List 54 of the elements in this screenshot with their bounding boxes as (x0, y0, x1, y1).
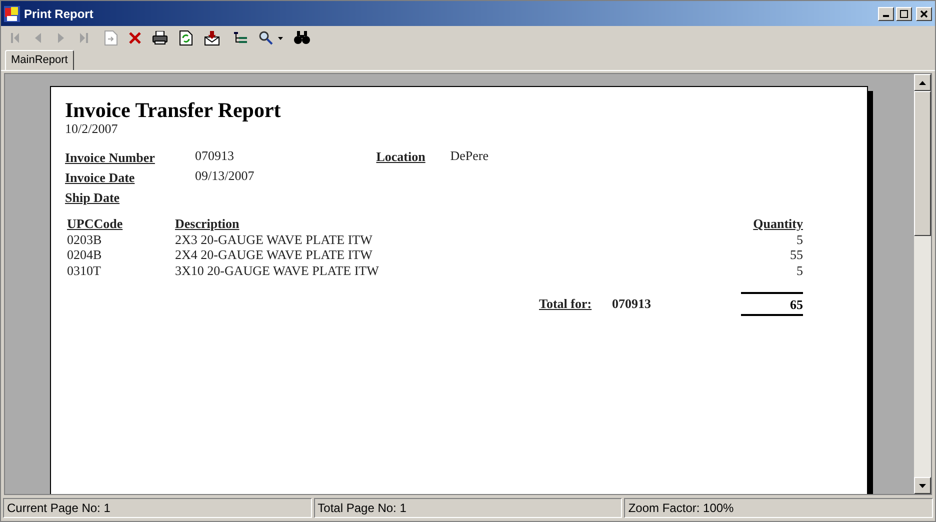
report-title: Invoice Transfer Report (65, 98, 282, 122)
scroll-up-button[interactable] (914, 74, 931, 91)
field-value: 09/13/2007 (195, 167, 254, 184)
field-label: Invoice Number (65, 149, 156, 164)
first-page-icon (9, 32, 21, 44)
down-arrow-icon (919, 484, 926, 488)
tab[interactable]: MainReport (5, 50, 74, 70)
status-panel: Zoom Factor: 100% (624, 498, 934, 518)
table-cell-text: 55 (789, 247, 803, 262)
total-quantity: 65 (741, 292, 803, 316)
printer-icon (152, 31, 168, 45)
binoculars-icon (294, 31, 310, 45)
column-header: Quantity (752, 216, 803, 232)
field-label: Ship Date (65, 189, 121, 204)
close-button[interactable] (916, 6, 932, 20)
minimize-button[interactable] (878, 6, 894, 20)
table-cell-text: 0204B (67, 247, 103, 262)
table-cell-text: 0310T (67, 262, 102, 278)
column-header: Description (175, 216, 240, 232)
minimize-icon (883, 15, 889, 17)
tree-list-icon (234, 31, 248, 45)
scroll-down-button[interactable] (914, 477, 931, 494)
column-header: UPCCode (67, 216, 124, 232)
status-panel: Current Page No: 1 (3, 498, 312, 518)
close-icon (920, 10, 928, 18)
scroll-thumb[interactable] (914, 91, 931, 236)
magnifier-dropdown-icon (259, 31, 283, 45)
up-arrow-icon (919, 80, 926, 84)
table-cell-text: 2X3 20-GAUGE WAVE PLATE ITW (175, 232, 374, 247)
total-invoice: 070913 (612, 296, 652, 312)
refresh-page-icon (179, 30, 193, 46)
field-value: DePere (450, 147, 488, 163)
status-panel: Total Page No: 1 (314, 498, 622, 518)
app-icon (4, 6, 20, 22)
table-cell-text: 2X4 20-GAUGE WAVE PLATE ITW (175, 247, 374, 262)
toolbar-button[interactable] (202, 28, 222, 48)
table-cell-text: 0203B (67, 232, 103, 247)
report-date: 10/2/2007 (65, 122, 119, 136)
table-cell-text: 5 (796, 262, 803, 278)
maximize-icon (900, 10, 908, 18)
table-cell-text: 5 (796, 232, 803, 247)
field-value: 070913 (195, 147, 234, 164)
last-page-icon (78, 32, 90, 44)
page-arrow-icon (104, 30, 118, 46)
total-label: Total for: (539, 296, 593, 312)
table-cell-text: 3X10 20-GAUGE WAVE PLATE ITW (175, 262, 380, 278)
toolbar-button[interactable] (177, 28, 195, 48)
maximize-button[interactable] (896, 6, 912, 20)
field-label: Location (376, 148, 426, 163)
envelope-arrow-icon (204, 30, 220, 46)
field-label: Invoice Date (65, 169, 136, 184)
vertical-scrollbar[interactable] (914, 74, 931, 494)
close-icon (129, 32, 141, 44)
window-title: Print Report (24, 6, 94, 22)
